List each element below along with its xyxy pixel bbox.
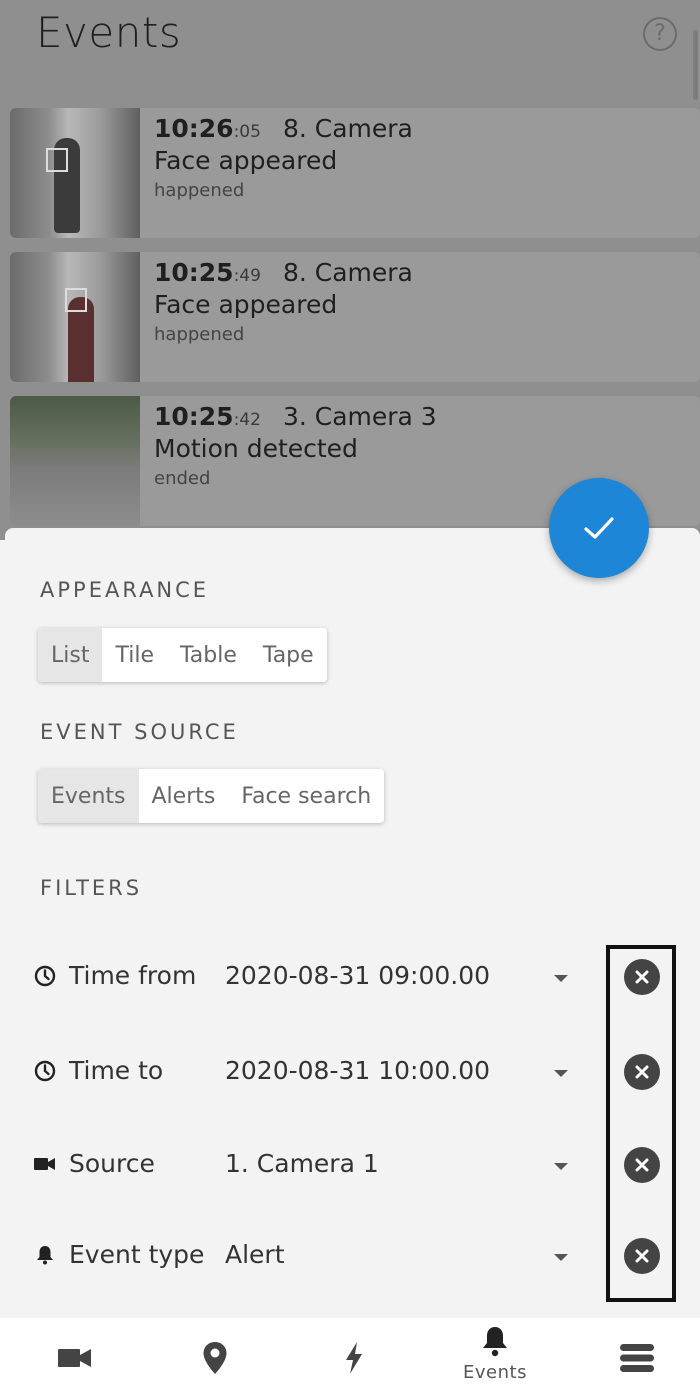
appearance-option-table[interactable]: Table [167,628,250,682]
event-type: Face appeared [154,146,338,175]
event-camera: 3. Camera 3 [282,402,437,431]
filter-label: Source [69,1149,155,1178]
nav-item-actions[interactable] [309,1318,399,1400]
event-camera: 8. Camera [282,258,413,287]
event-thumbnail [10,108,140,238]
filter-value[interactable]: 2020-08-31 09:00.00 [225,961,490,990]
page-title: Events [36,8,182,57]
event-card[interactable]: 10:25:49 8. Camera Face appeared happened [10,252,700,382]
event-time: 10:25:49 8. Camera [154,258,413,287]
filter-event-type[interactable]: Event type Alert [34,1226,674,1286]
filter-value[interactable]: Alert [225,1240,285,1269]
event-source-heading: EVENT SOURCE [40,720,239,744]
clock-icon [34,1060,56,1082]
filters-heading: FILTERS [40,876,143,900]
event-thumbnail [10,252,140,382]
nav-label-events: Events [463,1362,527,1383]
dropdown-arrow-icon[interactable] [554,1070,568,1077]
nav-item-map[interactable] [170,1318,260,1400]
source-option-face-search[interactable]: Face search [228,769,385,823]
appearance-heading: APPEARANCE [40,578,210,602]
source-option-alerts[interactable]: Alerts [138,769,229,823]
lightning-icon [346,1342,362,1374]
video-camera-icon [58,1349,91,1367]
event-camera: 8. Camera [282,114,413,143]
bottom-navigation: Events [0,1318,700,1400]
video-camera-icon [34,1158,55,1170]
appearance-option-tape[interactable]: Tape [249,628,327,682]
filter-time-from[interactable]: Time from 2020-08-31 09:00.00 [34,947,674,1007]
event-state: happened [154,324,245,345]
bell-icon [37,1246,53,1265]
filter-value[interactable]: 1. Camera 1 [225,1149,379,1178]
nav-item-events[interactable]: Events [450,1318,540,1400]
settings-sheet: APPEARANCE List Tile Table Tape EVENT SO… [5,528,700,1318]
dropdown-arrow-icon[interactable] [554,1163,568,1170]
appearance-option-tile[interactable]: Tile [102,628,167,682]
event-type: Face appeared [154,290,338,319]
events-page-background: Events ? 10:26:05 8. Camera Face appeared… [0,0,700,540]
filter-time-to[interactable]: Time to 2020-08-31 10:00.00 [34,1042,674,1102]
appearance-selector: List Tile Table Tape [38,628,327,682]
filter-value[interactable]: 2020-08-31 10:00.00 [225,1056,490,1085]
clock-icon [34,965,56,987]
event-card[interactable]: 10:26:05 8. Camera Face appeared happened [10,108,700,238]
filter-source[interactable]: Source 1. Camera 1 [34,1135,674,1195]
map-pin-icon [203,1342,227,1374]
dropdown-arrow-icon[interactable] [554,975,568,982]
clear-buttons-highlight-box [606,945,676,1302]
event-time: 10:26:05 8. Camera [154,114,413,143]
event-state: ended [154,468,211,489]
filter-label: Event type [69,1240,205,1269]
event-type: Motion detected [154,434,358,463]
confirm-button[interactable] [549,478,649,578]
event-source-selector: Events Alerts Face search [38,769,385,823]
appearance-option-list[interactable]: List [38,628,103,682]
nav-item-servers[interactable] [592,1318,682,1400]
event-time: 10:25:42 3. Camera 3 [154,402,437,431]
bell-icon [483,1327,507,1357]
scrollbar[interactable] [693,30,698,100]
dropdown-arrow-icon[interactable] [554,1254,568,1261]
event-thumbnail [10,396,140,526]
help-circle-icon[interactable]: ? [643,17,677,51]
server-stack-icon [620,1344,654,1372]
nav-item-cameras[interactable] [30,1318,120,1400]
filter-label: Time from [69,961,197,990]
event-state: happened [154,180,245,201]
check-icon [584,517,614,539]
filter-label: Time to [69,1056,164,1085]
source-option-events[interactable]: Events [38,769,139,823]
